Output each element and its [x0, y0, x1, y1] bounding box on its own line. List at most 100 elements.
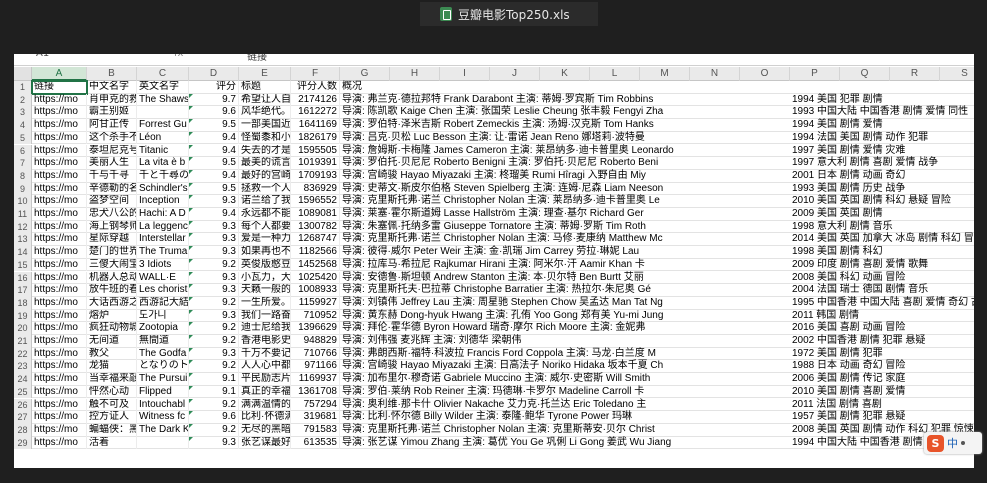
cell-f[interactable]: 1268747	[291, 233, 340, 247]
row-number[interactable]: 20	[14, 322, 32, 335]
row-number[interactable]: 15	[14, 258, 32, 272]
cell-f[interactable]: 1159927	[291, 296, 340, 310]
cell-c[interactable]: La leggenc	[137, 220, 189, 234]
cell-d[interactable]: 9.4	[189, 131, 239, 145]
cell-e[interactable]: 我们一路奋	[239, 309, 291, 323]
cell-d[interactable]: 9.3	[189, 436, 239, 450]
cell-a[interactable]: https://mo	[32, 131, 87, 145]
cell-e[interactable]: 一生所爱。	[239, 296, 291, 310]
cell-c[interactable]: Inception	[137, 195, 189, 208]
row-number[interactable]: 4	[14, 119, 32, 132]
cell-f[interactable]: 1169937	[291, 373, 340, 386]
cell-f[interactable]: 1025420	[291, 271, 340, 285]
cell-b[interactable]: 霸王别姬	[87, 106, 137, 120]
cell-b[interactable]: 大话西游之	[87, 296, 137, 310]
cell-e[interactable]: 拯救一个人	[239, 182, 291, 196]
cell-c[interactable]: 西游記大結	[137, 296, 189, 310]
cell-f[interactable]: 948829	[291, 335, 340, 348]
cell-e[interactable]: 诺兰给了我	[239, 195, 291, 208]
cell-g[interactable]: 导演: 克里斯托夫·巴拉蒂 Christophe Barratier 主演: 热…	[340, 284, 740, 297]
cell-b[interactable]: 控方证人	[87, 411, 137, 424]
cell-c[interactable]: Forrest Gu	[137, 119, 189, 132]
cell-b[interactable]: 辛德勒的名	[87, 182, 137, 196]
cell-c[interactable]: 千と千尋の	[137, 169, 189, 183]
spreadsheet[interactable]: A1 fx 链接 ABCDEFGHIJKLMNOPQRS 1链接中文名字英文名字…	[14, 54, 974, 468]
cell-f[interactable]: 评分人数	[291, 81, 340, 94]
cell-b[interactable]: 忠犬八公的	[87, 208, 137, 221]
cell-f[interactable]: 1019391	[291, 157, 340, 170]
cell-f[interactable]: 1595505	[291, 144, 340, 158]
column-header-h[interactable]: H	[390, 67, 440, 81]
cell-b[interactable]: 怦然心动	[87, 385, 137, 399]
cell-c[interactable]: Flipped	[137, 385, 189, 399]
cell-g[interactable]: 导演: 罗伯·莱纳 Rob Reiner 主演: 玛德琳·卡罗尔 Madelin…	[340, 386, 740, 399]
cell-b[interactable]: 放牛班的春	[87, 284, 137, 297]
row-number[interactable]: 25	[14, 385, 32, 399]
cell-d[interactable]: 9.2	[189, 398, 239, 412]
select-all-corner[interactable]	[14, 67, 32, 81]
cell-a[interactable]: https://mo	[32, 309, 87, 323]
cell-d[interactable]: 9.3	[189, 220, 239, 234]
row-number[interactable]: 18	[14, 296, 32, 310]
cell-g[interactable]: 导演: 黄东赫 Dong-hyuk Hwang 主演: 孔侑 Yoo Gong …	[340, 310, 740, 323]
formula-input[interactable]: 链接	[247, 54, 267, 63]
cell-b[interactable]: 星际穿越	[87, 233, 137, 247]
row-number[interactable]: 16	[14, 271, 32, 285]
cell-b[interactable]: 教父	[87, 347, 137, 361]
cell-e[interactable]: 爱是一种力	[239, 233, 291, 247]
column-header-q[interactable]: Q	[840, 67, 890, 81]
cell-c[interactable]: Léon	[137, 131, 189, 145]
cell-f[interactable]: 1826179	[291, 131, 340, 145]
cell-g[interactable]: 导演: 朱塞佩·托纳多雷 Giuseppe Tornatore 主演: 蒂姆·罗…	[340, 221, 740, 234]
cell-c[interactable]: Titanic	[137, 144, 189, 158]
row-number[interactable]: 29	[14, 436, 32, 450]
cell-e[interactable]: 每个人都要	[239, 220, 291, 234]
cell-c[interactable]: Intouchabl	[137, 398, 189, 412]
cell-d[interactable]: 9.2	[189, 296, 239, 310]
row-number[interactable]: 13	[14, 233, 32, 247]
cell-e[interactable]: 满满温情的	[239, 398, 291, 412]
row-number[interactable]: 28	[14, 423, 32, 437]
cell-e[interactable]: 比利·怀德满	[239, 411, 291, 424]
row-number[interactable]: 10	[14, 195, 32, 208]
cell-g[interactable]: 导演: 詹姆斯·卡梅隆 James Cameron 主演: 莱昂纳多·迪卡普里奥…	[340, 145, 740, 158]
cell-e[interactable]: 风华绝代。	[239, 106, 291, 120]
row-number[interactable]: 21	[14, 335, 32, 348]
cell-b[interactable]: 触不可及	[87, 398, 137, 412]
cell-g[interactable]: 导演: 彼得·威尔 Peter Weir 主演: 金·凯瑞 Jim Carrey…	[340, 246, 740, 259]
cell-e[interactable]: 最好的宫崎	[239, 169, 291, 183]
cell-f[interactable]: 971166	[291, 360, 340, 374]
fx-icon[interactable]: fx	[174, 54, 183, 59]
column-header-s[interactable]: S	[940, 67, 974, 81]
ime-toolbar[interactable]: S 中	[924, 432, 982, 454]
cell-a[interactable]: https://mo	[32, 296, 87, 310]
cell-d[interactable]: 9.6	[189, 106, 239, 120]
cell-b[interactable]: 无间道	[87, 335, 137, 348]
cell-d[interactable]: 9.2	[189, 335, 239, 348]
row-number[interactable]: 11	[14, 208, 32, 221]
cell-d[interactable]: 9.4	[189, 169, 239, 183]
row-number[interactable]: 27	[14, 411, 32, 424]
cell-e[interactable]: 平民励志片	[239, 373, 291, 386]
cell-c[interactable]: The Dark K	[137, 423, 189, 437]
cell-g[interactable]: 导演: 比利·怀尔德 Billy Wilder 主演: 泰隆·鲍华 Tyrone…	[340, 411, 740, 424]
cell-b[interactable]: 美丽人生	[87, 157, 137, 170]
cell-e[interactable]: 张艺谋最好	[239, 436, 291, 450]
cell-b[interactable]: 泰坦尼克号	[87, 144, 137, 158]
cell-b[interactable]: 疯狂动物城	[87, 322, 137, 335]
cell-c[interactable]: The Truma	[137, 246, 189, 259]
cell-a[interactable]: https://mo	[32, 347, 87, 361]
name-box[interactable]: A1	[36, 54, 49, 59]
cell-g[interactable]: 导演: 安德鲁·斯坦顿 Andrew Stanton 主演: 本·贝尔特 Ben…	[340, 272, 740, 285]
cell-e[interactable]: 怪蜀黍和小	[239, 131, 291, 145]
column-header-e[interactable]: E	[239, 67, 291, 81]
cell-c[interactable]	[137, 106, 189, 120]
row-number[interactable]: 17	[14, 284, 32, 297]
column-header-c[interactable]: C	[137, 67, 189, 81]
cell-g[interactable]: 导演: 克里斯托弗·诺兰 Christopher Nolan 主演: 莱昂纳多·…	[340, 195, 740, 208]
cell-d[interactable]: 9.3	[189, 284, 239, 297]
row-number[interactable]: 6	[14, 144, 32, 158]
cell-b[interactable]: 中文名字	[87, 81, 137, 94]
cell-f[interactable]: 1089081	[291, 208, 340, 221]
cell-a[interactable]: https://mo	[32, 246, 87, 259]
